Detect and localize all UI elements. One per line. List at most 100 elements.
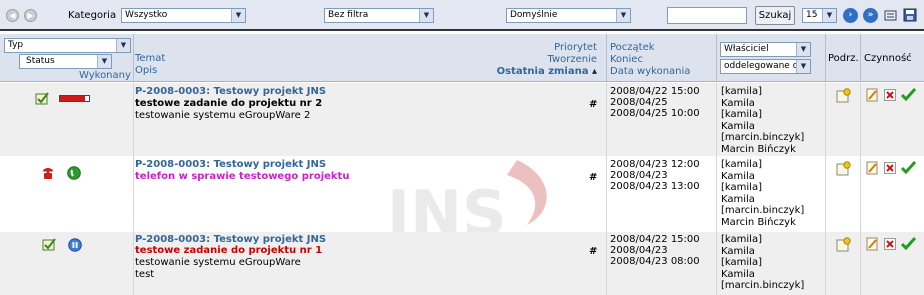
page-size-select[interactable]: 15 ▼ [802,8,837,23]
sort-description-link[interactable]: Opis [135,65,157,76]
task-dates: 2008/04/23 12:00 2008/04/23 2008/04/23 1… [610,159,700,192]
next-page-icon[interactable]: › [843,8,858,23]
task-users: [kamila] Kamila [kamila] Kamila [marcin.… [721,159,804,228]
edit-icon[interactable] [866,88,879,102]
add-subtask-icon[interactable] [836,88,851,103]
delegate-login: [marcin.binczyk] [721,280,805,291]
category-select[interactable]: Wszystko ▼ [121,8,246,23]
export-icon[interactable] [884,9,897,22]
category-select-value: Wszystko [125,10,168,20]
column-divider [825,83,826,156]
owner-select-value: Właściciel [724,44,769,54]
owner-login: [kamila] [721,159,762,170]
delete-icon[interactable] [884,162,896,174]
delegate-name: Marcin Bińczyk [721,216,796,228]
forward-icon[interactable]: ▶ [24,9,37,22]
task-dates: 2008/04/22 15:00 2008/04/23 2008/04/23 0… [610,234,700,267]
delegate-login: [kamila] [721,109,762,120]
sort-priority-link[interactable]: Priorytet [554,42,597,53]
end-date: 2008/04/23 [610,170,668,181]
add-subtask-icon[interactable] [836,237,851,252]
edit-icon[interactable] [866,237,879,251]
chevron-down-icon: ▼ [231,9,245,22]
back-icon[interactable]: ◀ [6,9,19,22]
start-date: 2008/04/22 15:00 [610,86,700,97]
sort-end-link[interactable]: Koniec [610,54,643,65]
column-divider [825,34,826,81]
column-divider [860,83,861,156]
column-divider [133,156,134,232]
delete-icon[interactable] [884,89,896,101]
owner-login: [kamila] [721,234,762,245]
task-title[interactable]: telefon w sprawie testowego projektu [135,171,349,182]
table-row[interactable]: P-2008-0003: Testowy projekt JNS telefon… [0,156,924,232]
column-divider [860,34,861,81]
owner-select[interactable]: Właściciel ▼ [720,42,811,57]
chevron-down-icon: ▼ [796,60,810,73]
sub-header: Podrz. [828,53,859,64]
complete-check-icon[interactable] [901,161,916,174]
chevron-down-icon: ▼ [796,43,810,56]
sort-completion-date-link[interactable]: Data wykonania [610,66,690,77]
filter-select[interactable]: Bez filtra ▼ [324,8,434,23]
delegate-login: [marcin.binczyk] [721,132,805,143]
last-page-icon[interactable]: » [863,8,878,23]
column-divider [860,232,861,295]
edit-icon[interactable] [866,161,879,175]
sort-last-change-link[interactable]: Ostatnia zmiana ▴ [497,66,597,77]
chevron-down-icon: ▼ [616,9,630,22]
save-icon[interactable] [903,8,917,22]
completion-date: 2008/04/23 08:00 [610,256,700,267]
owner-name: Kamila [721,170,755,182]
task-type-icon [42,238,56,251]
task-dates: 2008/04/22 15:00 2008/04/25 2008/04/25 1… [610,86,700,119]
column-divider [133,34,134,81]
column-divider [133,83,134,156]
search-button[interactable]: Szukaj [755,6,795,25]
delegated-select-value: oddelegowane d [724,61,799,71]
complete-check-icon[interactable] [901,237,916,250]
column-divider [716,156,717,232]
column-divider [606,34,607,81]
delegated-select[interactable]: oddelegowane d ▼ [720,59,811,74]
complete-check-icon[interactable] [901,88,916,101]
task-description: testowanie systemu eGroupWare test [135,257,301,281]
table-row[interactable]: P-2008-0003: Testowy projekt JNS testowe… [0,83,924,156]
task-title[interactable]: testowe zadanie do projektu nr 2 [135,98,322,109]
project-link[interactable]: P-2008-0003: Testowy projekt JNS [135,234,326,245]
page-size-value: 15 [806,10,818,20]
task-title[interactable]: testowe zadanie do projektu nr 1 [135,245,322,256]
delete-icon[interactable] [884,238,896,250]
add-subtask-icon[interactable] [836,161,851,176]
delegate-login: [kamila] [721,182,762,193]
sort-select[interactable]: Domyślnie ▼ [506,8,631,23]
search-input[interactable] [667,7,747,24]
sort-created-link[interactable]: Tworzenie [547,54,597,65]
sort-completed-link[interactable]: Wykonany [79,70,131,81]
sort-start-link[interactable]: Początek [610,42,655,53]
sort-arrow-icon: ▴ [588,66,597,77]
last-change-label: Ostatnia zmiana [496,66,589,77]
type-select-value: Typ [8,40,24,50]
column-divider [825,232,826,295]
delegate-name: Kamila [721,268,755,280]
delegate-login: [marcin.binczyk] [721,205,805,216]
column-divider [606,156,607,232]
delegate-name: Kamila [721,193,755,205]
column-divider [860,156,861,232]
sort-subject-link[interactable]: Temat [135,53,165,64]
delegate-name: Kamila [721,120,755,132]
status-select[interactable]: Status ▼ [19,54,112,69]
chevron-down-icon: ▼ [419,9,433,22]
type-select[interactable]: Typ ▼ [4,38,131,53]
incoming-call-icon [67,166,81,180]
project-link[interactable]: P-2008-0003: Testowy projekt JNS [135,159,326,170]
project-link[interactable]: P-2008-0003: Testowy projekt JNS [135,86,326,97]
column-divider [606,83,607,156]
chevron-down-icon: ▼ [116,39,130,52]
priority-mark: # [589,246,598,257]
task-type-icon [35,92,49,105]
progress-fill [60,96,85,101]
table-row[interactable]: P-2008-0003: Testowy projekt JNS testowe… [0,232,924,295]
list-header: Typ ▼ Status ▼ Wykonany Temat Opis Prior… [0,34,924,82]
